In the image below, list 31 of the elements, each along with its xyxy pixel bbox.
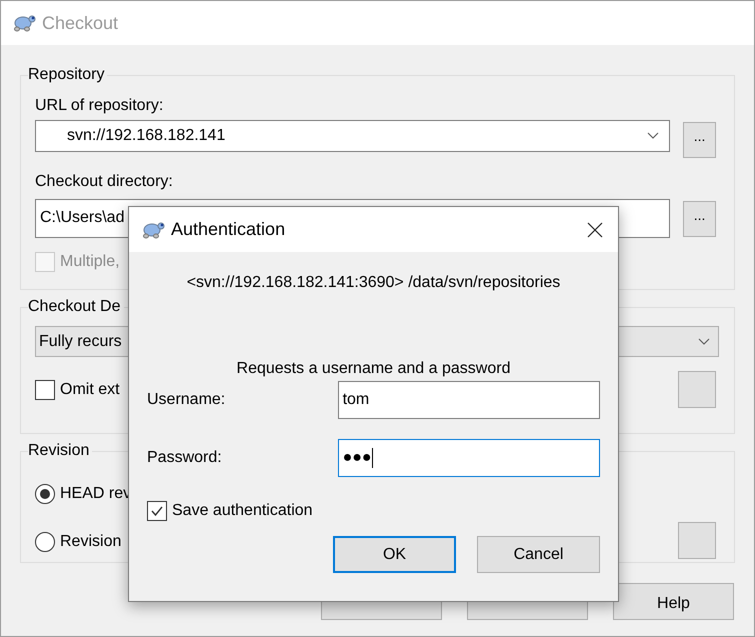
radio-button[interactable] [35,484,55,504]
chevron-down-icon [698,338,710,346]
field-label: Checkout directory: [35,172,174,192]
chevron-down-icon [647,132,660,140]
field-label: Password: [147,448,223,468]
password-field[interactable]: ●●● [338,439,600,477]
checkbox[interactable] [147,501,167,521]
dialog-button[interactable]: Help [613,583,734,620]
dialog-button[interactable]: OK [333,536,456,573]
url-combo-box[interactable]: svn://192.168.182.141 [35,120,670,152]
checkbox[interactable] [35,380,55,400]
checkmark-icon [150,504,164,518]
browse-button[interactable]: ... [683,201,716,237]
checkbox-label: Multiple, [60,252,120,272]
window-title: Checkout [42,12,118,34]
prompt-text: Requests a username and a password [236,359,510,379]
radio-button[interactable] [35,532,55,552]
dialog-title: Authentication [171,218,286,241]
turtle-icon [141,220,165,240]
field-label: URL of repository: [35,96,164,116]
username-field[interactable]: tom [338,381,600,419]
checkbox-label: Save authentication [172,501,313,521]
turtle-icon [12,13,36,33]
browse-button[interactable]: ... [683,122,716,158]
checkbox-label: Omit ext [60,380,120,400]
dialog-button[interactable]: Cancel [477,536,600,573]
field-label: Username: [147,390,226,410]
group-title: Repository [28,65,108,85]
realm-text: <svn://192.168.182.141:3690> /data/svn/repositories [186,273,560,293]
radio-label: Revision [60,532,122,552]
close-icon [587,222,603,238]
